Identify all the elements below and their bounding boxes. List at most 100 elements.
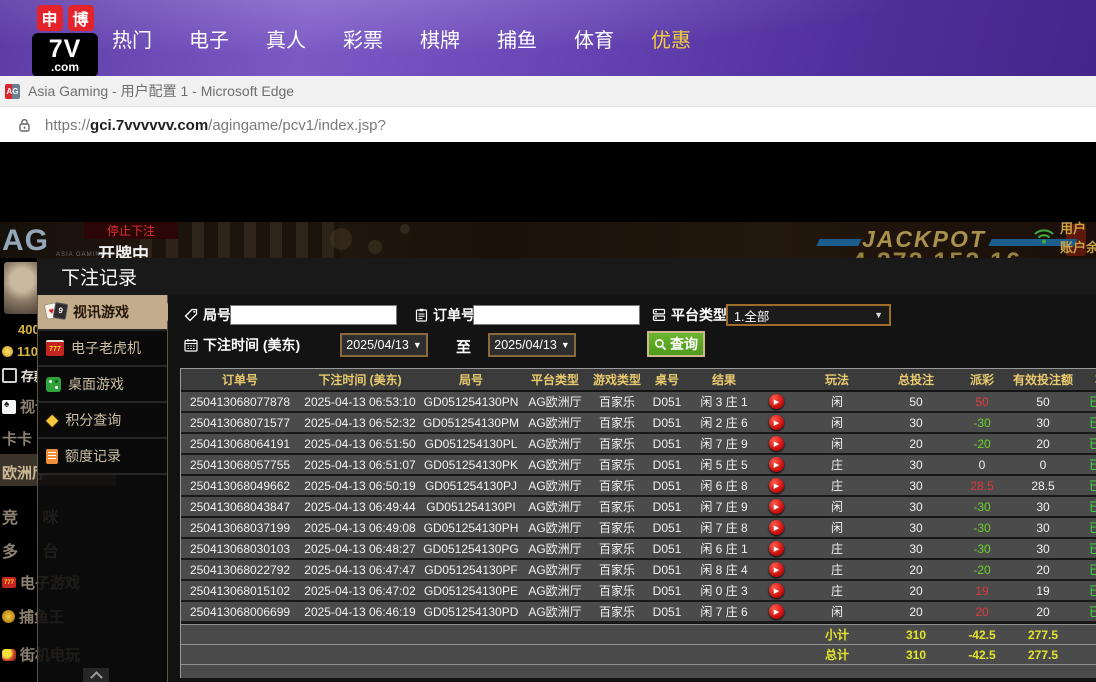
table-row: 250413068022792 2025-04-13 06:47:47 GD0512… (181, 560, 1096, 581)
order-label: 订单号 (415, 305, 475, 325)
balance-info-label: 账户余 (1060, 240, 1096, 255)
replay-button[interactable] (768, 436, 784, 451)
table-no-cell: D051 (652, 562, 682, 577)
platform-cell: AG欧洲厅 (528, 500, 582, 514)
url-path: /agingame/pcv1/index.jsp? (208, 116, 386, 134)
replay-button[interactable] (768, 415, 784, 430)
platform-cell: AG欧洲厅 (528, 542, 582, 556)
rail-item-4[interactable]: 卡卡 (2, 428, 32, 449)
status-cell: 已派彩 (1088, 437, 1096, 451)
footer-spacer (181, 645, 793, 664)
column-header: 状态 (1073, 369, 1096, 390)
sidebar-item-0[interactable]: 视讯游戏 (38, 295, 178, 331)
game-type-cell: 百家乐 (598, 500, 635, 514)
round-cell: GD051254130PH (423, 520, 519, 535)
replay-button[interactable] (768, 457, 784, 472)
collapse-button[interactable] (83, 668, 109, 682)
total-row-payout: -42.5 (968, 647, 996, 662)
table-row: 250413068071577 2025-04-13 06:52:32 GD0512… (181, 413, 1096, 434)
chevron-down-icon: ▼ (560, 340, 570, 350)
nav-item-5[interactable]: 捕鱼 (497, 24, 537, 53)
site-nav: 热门 电子 真人 彩票 棋牌 捕鱼 体育 优惠 (112, 0, 691, 76)
nav-item-6[interactable]: 体育 (574, 24, 614, 53)
search-button[interactable]: 查询 (647, 331, 705, 357)
result-cell: 闲 2 庄 6 (700, 416, 748, 430)
play-cell: 庄 (830, 584, 843, 598)
payout-cell: -30 (973, 520, 991, 535)
chevron-down-icon: ▼ (412, 340, 422, 350)
game-type-cell: 百家乐 (598, 416, 635, 430)
valid-bet-cell: 30 (1036, 499, 1050, 514)
time-cell: 2025-04-13 06:53:10 (304, 394, 416, 409)
diamond-icon (46, 410, 58, 430)
sidebar-item-4[interactable]: 额度记录 (38, 439, 167, 475)
sidebar-item-3[interactable]: 积分查询 (38, 403, 167, 439)
logo-main-text: 7V (48, 34, 82, 63)
platform-select[interactable]: 1.全部 ▼ (726, 304, 891, 326)
play-cell: 闲 (830, 521, 843, 535)
nav-item-7[interactable]: 优惠 (651, 24, 691, 53)
table-row: 250413068037199 2025-04-13 06:49:08 GD0512… (181, 518, 1096, 539)
play-cell: 闲 (830, 395, 843, 409)
result-cell: 闲 3 庄 1 (700, 395, 748, 409)
total-row-total-bet: 310 (905, 647, 927, 662)
replay-cell (759, 455, 793, 474)
order-input[interactable] (473, 305, 640, 325)
logo-char-1: 申 (36, 5, 63, 31)
replay-button[interactable] (768, 394, 784, 409)
replay-cell (759, 581, 793, 600)
status-cell: 已派彩 (1088, 542, 1096, 556)
logo-char-2: 博 (67, 5, 94, 31)
replay-button[interactable] (768, 604, 784, 619)
game-type-cell: 百家乐 (598, 563, 635, 577)
nav-item-3[interactable]: 彩票 (343, 24, 383, 53)
date-to-picker[interactable]: 2025/04/13 ▼ (488, 333, 576, 357)
table-no-cell: D051 (652, 583, 682, 598)
replay-cell (759, 434, 793, 453)
date-from-picker[interactable]: 2025/04/13 ▼ (340, 333, 428, 357)
sidebar-item-2[interactable]: 桌面游戏 (38, 367, 167, 403)
lock-icon[interactable] (17, 117, 32, 134)
url-domain: gci.7vvvvvv.com (90, 116, 209, 134)
order-cell: 250413068064191 (189, 436, 291, 451)
column-header: 总投注 (897, 373, 934, 387)
replay-button[interactable] (768, 562, 784, 577)
url-text[interactable]: https://gci.7vvvvvv.com/agingame/pcv1/in… (45, 117, 386, 134)
round-input[interactable] (230, 305, 397, 325)
play-cell: 庄 (830, 458, 843, 472)
fish-icon (2, 610, 15, 623)
nav-item-1[interactable]: 电子 (189, 24, 229, 53)
result-cell: 闲 7 庄 9 (700, 437, 748, 451)
modal-content: 局号 订单号 平台类型 1.全部 ▼ 下注时间 (美东) 2025/04/13 … (168, 295, 1096, 682)
table-icon (46, 376, 61, 392)
replay-button[interactable] (768, 520, 784, 535)
replay-button[interactable] (768, 478, 784, 493)
address-bar[interactable]: https://gci.7vvvvvv.com/agingame/pcv1/in… (0, 106, 1096, 143)
replay-button[interactable] (768, 541, 784, 556)
url-scheme: https:// (45, 116, 91, 134)
user-info-label: 用户 (1060, 221, 1087, 236)
cards-icon (46, 303, 66, 322)
wifi-icon (1032, 226, 1056, 246)
platform-cell: AG欧洲厅 (528, 479, 582, 493)
replay-button[interactable] (768, 583, 784, 598)
platform-label: 平台类型 (652, 305, 727, 325)
rail-item-1[interactable]: 110. (2, 344, 42, 359)
sidebar-item-1[interactable]: 电子老虎机 (38, 331, 167, 367)
cards-icon (2, 399, 16, 414)
bet-time-label: 下注时间 (美东) (184, 335, 300, 355)
order-cell: 250413068030103 (189, 541, 291, 556)
round-cell: GD051254130PL (424, 436, 518, 451)
site-logo[interactable]: 申 博 7V .com (26, 5, 104, 77)
replay-button[interactable] (768, 499, 784, 514)
status-cell: 已派彩 (1088, 500, 1096, 514)
to-label: 至 (456, 339, 472, 356)
nav-item-4[interactable]: 棋牌 (420, 24, 460, 53)
avatar[interactable] (4, 262, 40, 314)
sidebar-item-label: 积分查询 (65, 412, 122, 428)
result-cell: 闲 0 庄 3 (700, 584, 748, 598)
round-cell: GD051254130PE (423, 583, 519, 598)
nav-item-0[interactable]: 热门 (112, 24, 152, 53)
game-type-cell: 百家乐 (598, 437, 635, 451)
nav-item-2[interactable]: 真人 (266, 24, 306, 53)
